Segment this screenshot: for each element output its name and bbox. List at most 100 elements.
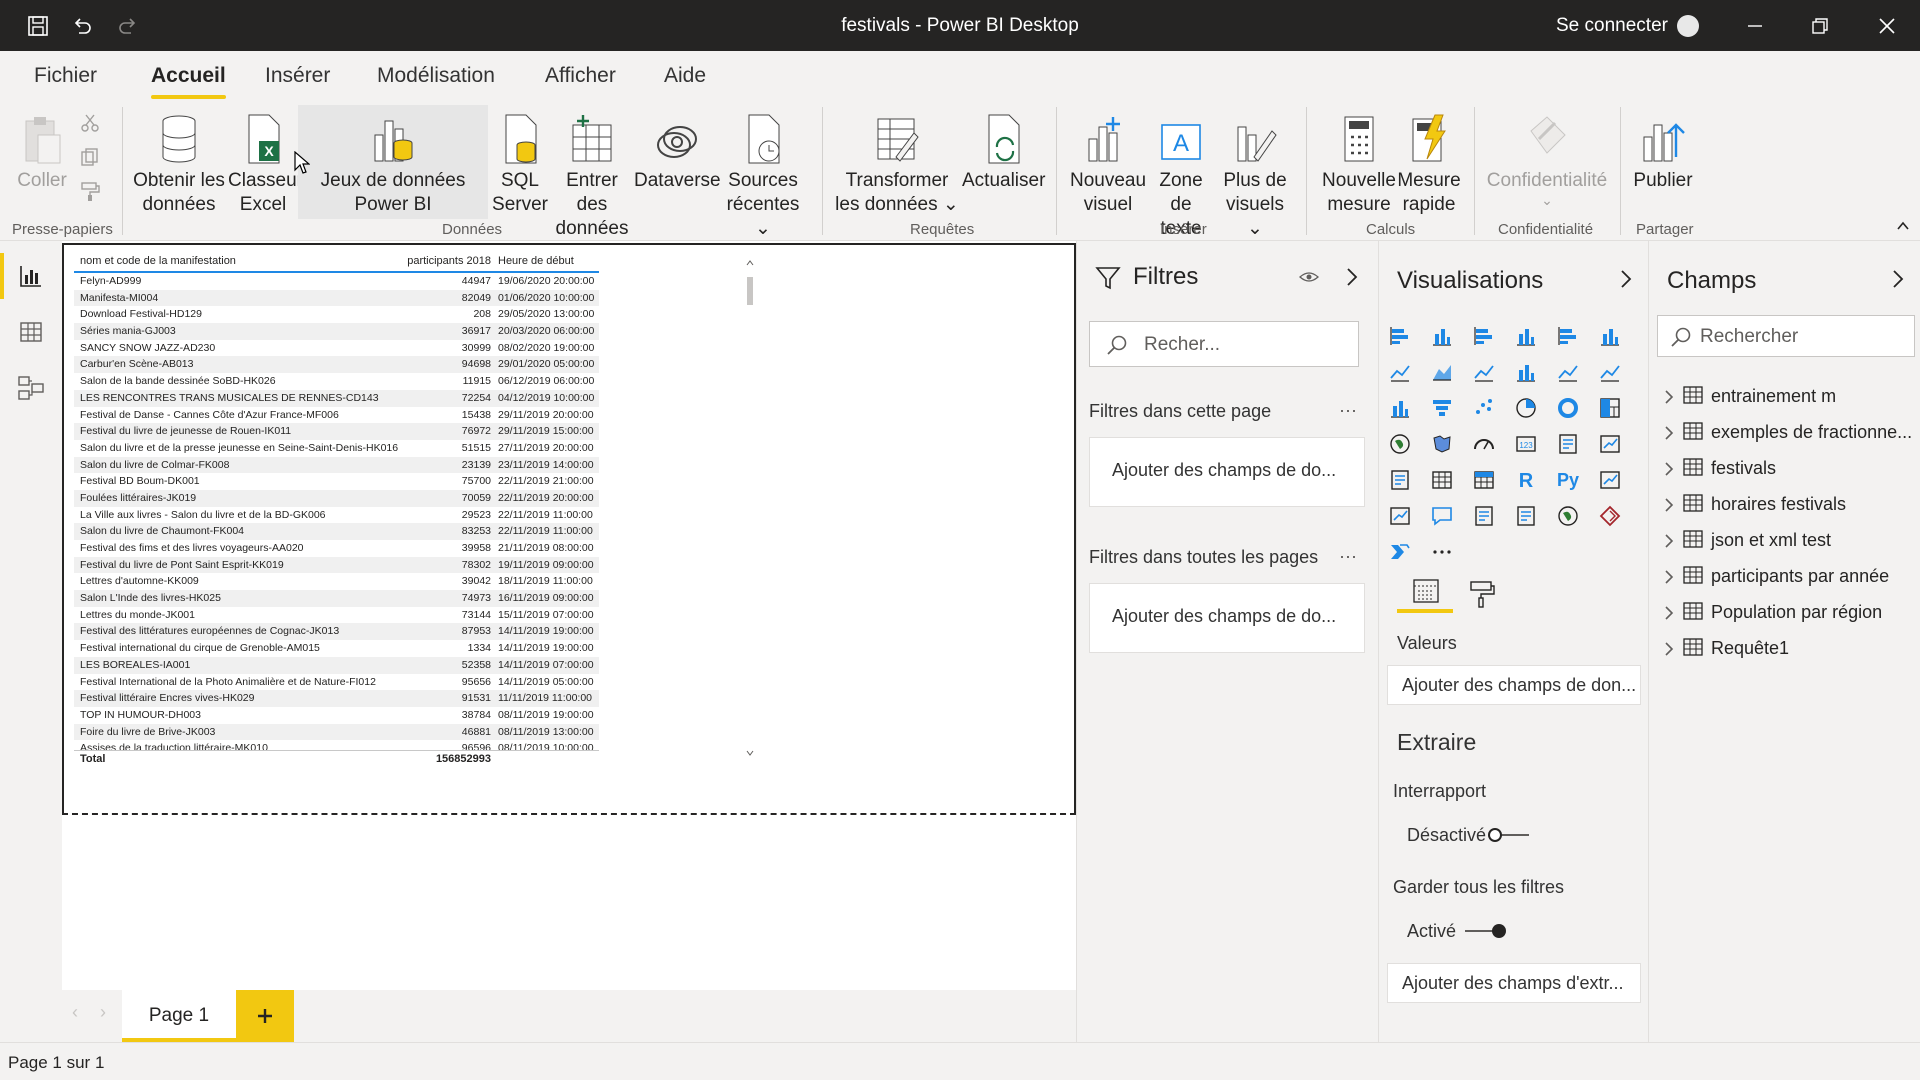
table-row[interactable]: Séries mania-GJ003 36917 20/03/2020 06:00:…: [74, 323, 599, 340]
chevron-right-icon[interactable]: [1663, 423, 1675, 443]
smart-narrative-icon[interactable]: [1469, 501, 1499, 531]
table-row[interactable]: Festival des littératures européennes de…: [74, 623, 599, 641]
fields-tab[interactable]: [1397, 577, 1453, 613]
more-visuals-button[interactable]: Plus de visuels ⌄: [1218, 105, 1292, 241]
table-row[interactable]: Salon L'Inde des livres-HK025 74973 16/11/…: [74, 590, 599, 607]
chevron-right-icon[interactable]: [1663, 387, 1675, 407]
python-visual-icon[interactable]: Py: [1553, 465, 1583, 495]
100-column-icon[interactable]: [1595, 321, 1625, 351]
table-scrollbar[interactable]: [746, 259, 754, 757]
ribbon-chart-icon[interactable]: [1595, 357, 1625, 387]
report-canvas[interactable]: nom et code de la manifestation particip…: [62, 241, 1076, 990]
tab-inserer[interactable]: Insérer: [265, 64, 330, 88]
stacked-bar-icon[interactable]: [1385, 321, 1415, 351]
table-row[interactable]: Festival du livre de Pont Saint Esprit-K…: [74, 556, 599, 574]
drillthrough-well[interactable]: Ajouter des champs d'extr...: [1387, 963, 1641, 1003]
cross-report-toggle[interactable]: [1485, 825, 1533, 845]
filters-search-input[interactable]: Recher...: [1089, 321, 1359, 367]
table-row[interactable]: Festival international du cirque de Gren…: [74, 640, 599, 657]
tab-fichier[interactable]: Fichier: [34, 64, 97, 88]
column-header[interactable]: nom et code de la manifestation: [80, 255, 236, 267]
qa-icon[interactable]: [1427, 501, 1457, 531]
table-row[interactable]: Festival littéraire Encres vives-HK029 91…: [74, 690, 599, 707]
scroll-down-icon[interactable]: [746, 749, 754, 757]
restore-icon[interactable]: [1797, 8, 1843, 44]
chevron-right-icon[interactable]: [1663, 495, 1675, 515]
table-row[interactable]: LES BOREALES-IA001 52358 14/11/2019 07:00:…: [74, 656, 599, 674]
chevron-right-icon[interactable]: [1663, 603, 1675, 623]
prev-page-icon[interactable]: ‹: [72, 1002, 78, 1023]
matrix-icon[interactable]: [1469, 465, 1499, 495]
area-chart-icon[interactable]: [1427, 357, 1457, 387]
page-tab[interactable]: Page 1: [122, 990, 236, 1042]
table-row[interactable]: Salon du livre de Chaumont-FK004 83253 22/…: [74, 523, 599, 540]
add-page-button[interactable]: [236, 990, 294, 1042]
table-row[interactable]: TOP IN HUMOUR-DH003 38784 08/11/2019 19:00…: [74, 707, 599, 724]
get-data-button[interactable]: Obtenir les données: [132, 105, 226, 217]
power-automate-icon[interactable]: [1385, 537, 1415, 567]
table-visual[interactable]: nom et code de la manifestation particip…: [62, 243, 1076, 815]
sql-server-button[interactable]: SQL Server: [490, 105, 550, 217]
table-row[interactable]: Festival International de la Photo Anima…: [74, 674, 599, 691]
tab-aide[interactable]: Aide: [664, 64, 706, 88]
paste-button[interactable]: Coller: [12, 105, 72, 193]
tab-accueil[interactable]: Accueil: [151, 64, 226, 99]
table-row[interactable]: Lettres d'automne-KK009 39042 18/11/2019 1…: [74, 573, 599, 590]
sign-in-link[interactable]: Se connecter: [1556, 15, 1668, 37]
chevron-right-icon[interactable]: [1663, 567, 1675, 587]
column-header[interactable]: Heure de début: [498, 255, 574, 267]
scrollbar-thumb[interactable]: [747, 277, 753, 305]
dataverse-button[interactable]: Dataverse: [634, 105, 721, 193]
stacked-column-icon[interactable]: [1427, 321, 1457, 351]
scatter-icon[interactable]: [1469, 393, 1499, 423]
sensitivity-button[interactable]: Confidentialité ⌄: [1484, 105, 1610, 207]
table-row[interactable]: La Ville aux livres - Salon du livre et …: [74, 507, 599, 524]
table-row[interactable]: Salon du livre et de la presse jeunesse …: [74, 440, 599, 457]
gauge-icon[interactable]: [1469, 429, 1499, 459]
card-icon[interactable]: 123: [1511, 429, 1541, 459]
filters-all-pages-well[interactable]: Ajouter des champs de do...: [1089, 583, 1365, 653]
line-chart-icon[interactable]: [1385, 357, 1415, 387]
stacked-area-icon[interactable]: [1469, 357, 1499, 387]
close-icon[interactable]: [1864, 8, 1910, 44]
table-row[interactable]: Festival des fims et des livres voyageur…: [74, 540, 599, 557]
clustered-bar-icon[interactable]: [1469, 321, 1499, 351]
table-row[interactable]: LES RENCONTRES TRANS MUSICALES DE RENNES…: [74, 389, 599, 407]
map-icon[interactable]: [1385, 429, 1415, 459]
funnel-icon[interactable]: [1427, 393, 1457, 423]
new-measure-button[interactable]: Nouvelle mesure: [1318, 105, 1400, 217]
multi-row-card-icon[interactable]: [1553, 429, 1583, 459]
recent-sources-button[interactable]: Sources récentes ⌄: [722, 105, 804, 241]
table-row[interactable]: Download Festival-HD129 208 29/05/2020 13:…: [74, 306, 599, 323]
eye-icon[interactable]: [1299, 269, 1319, 285]
power-apps-icon[interactable]: [1595, 501, 1625, 531]
next-page-icon[interactable]: ›: [100, 1002, 106, 1023]
transform-data-button[interactable]: Transformer les données ⌄: [834, 105, 960, 217]
table-row[interactable]: Manifesta-MI004 82049 01/06/2020 10:00:00: [74, 289, 599, 307]
tab-afficher[interactable]: Afficher: [545, 64, 616, 88]
more-options-icon[interactable]: ⋯: [1339, 547, 1357, 568]
line-clustered-icon[interactable]: [1553, 357, 1583, 387]
scroll-up-icon[interactable]: [746, 259, 754, 267]
chevron-right-icon[interactable]: [1663, 531, 1675, 551]
line-column-icon[interactable]: [1511, 357, 1541, 387]
slicer-icon[interactable]: [1385, 465, 1415, 495]
column-header[interactable]: participants 2018: [407, 255, 491, 267]
pie-chart-icon[interactable]: [1511, 393, 1541, 423]
tab-modelisation[interactable]: Modélisation: [377, 64, 495, 88]
table-row[interactable]: Salon du livre de Colmar-FK008 23139 23/11…: [74, 456, 599, 474]
report-view-icon[interactable]: [14, 259, 48, 293]
100-bar-icon[interactable]: [1553, 321, 1583, 351]
table-row[interactable]: Salon de la bande dessinée SoBD-HK026 119…: [74, 373, 599, 390]
donut-chart-icon[interactable]: [1553, 393, 1583, 423]
quick-measure-button[interactable]: Mesure rapide: [1396, 105, 1462, 217]
table-row[interactable]: Festival BD Boum-DK001 75700 22/11/2019 21…: [74, 473, 599, 490]
cut-icon[interactable]: [80, 113, 100, 133]
chevron-right-icon[interactable]: [1663, 639, 1675, 659]
chevron-right-icon[interactable]: [1663, 459, 1675, 479]
publish-button[interactable]: Publier: [1630, 105, 1696, 193]
table-row[interactable]: Carbur'en Scène-AB013 94698 29/01/2020 05:…: [74, 356, 599, 374]
table-row[interactable]: Lettres du monde-JK001 73144 15/11/2019 07…: [74, 607, 599, 624]
copy-icon[interactable]: [80, 147, 100, 167]
waterfall-icon[interactable]: [1385, 393, 1415, 423]
